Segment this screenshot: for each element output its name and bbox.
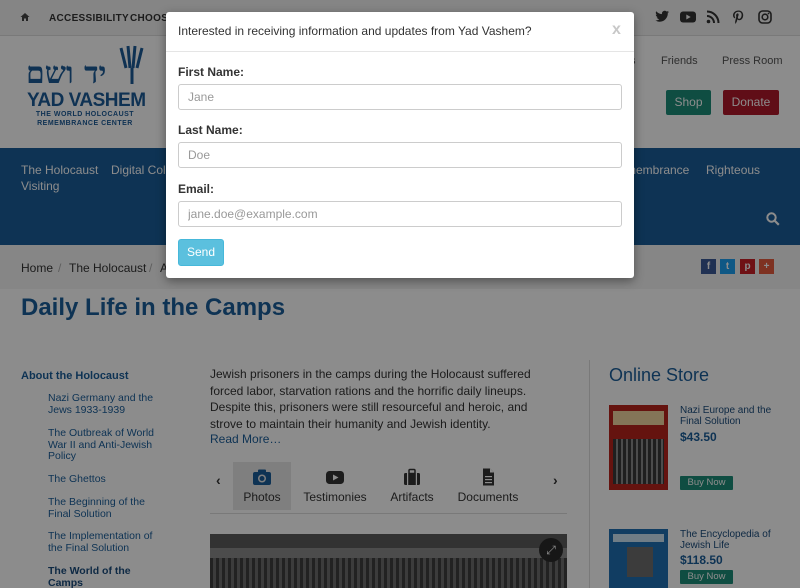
last-name-label: Last Name: [178,123,243,137]
modal-header: Interested in receiving information and … [166,12,634,52]
first-name-input[interactable] [178,84,622,110]
newsletter-modal: Interested in receiving information and … [166,12,634,278]
first-name-label: First Name: [178,65,245,79]
modal-title: Interested in receiving information and … [178,24,532,38]
close-icon[interactable]: x [612,21,621,39]
send-button[interactable]: Send [178,239,224,266]
email-input[interactable] [178,201,622,227]
page: ACCESSIBILITY CHOOSE יד ושם YAD VASHEM T… [0,0,800,588]
email-label: Email: [178,182,215,196]
last-name-input[interactable] [178,142,622,168]
